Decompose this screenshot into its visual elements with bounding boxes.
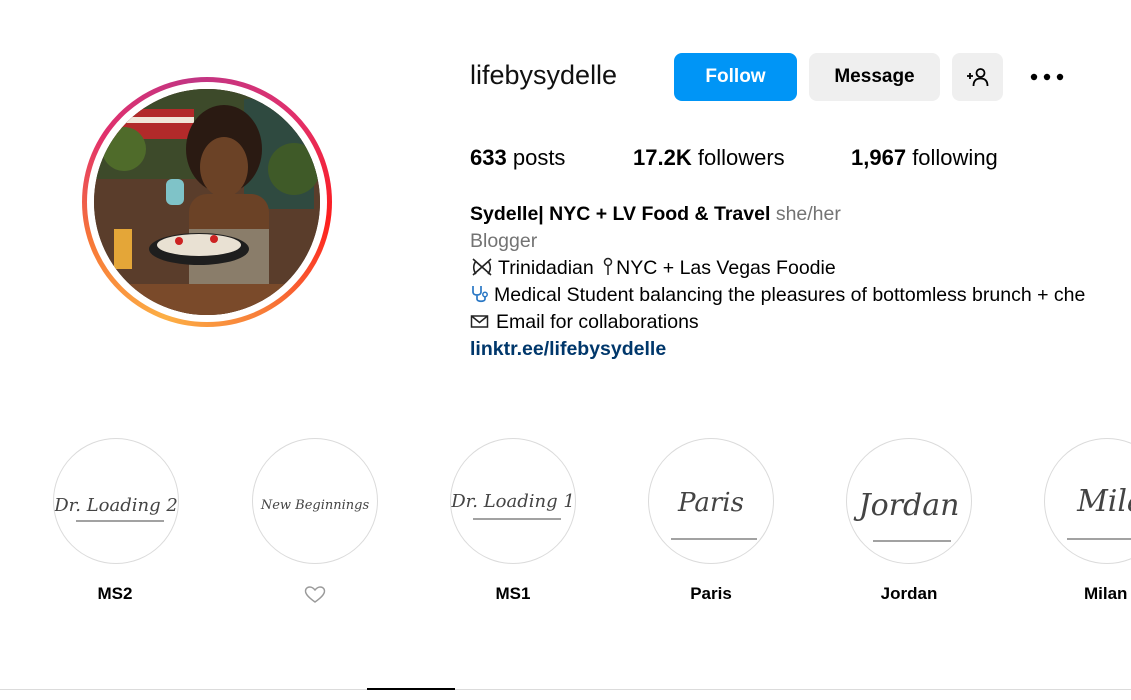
following-label: following — [912, 145, 998, 170]
more-options-icon — [1030, 73, 1064, 81]
highlight-paris[interactable]: Paris — [648, 438, 774, 564]
highlight-label: Milan — [1084, 584, 1128, 603]
followers-count: 17.2K — [633, 145, 692, 170]
highlight-cover-art: New Beginnings — [260, 498, 370, 513]
posts-stat: 633 posts — [470, 145, 565, 171]
highlight-cover-text: Mila — [1076, 484, 1131, 519]
bio-category: Blogger — [470, 230, 538, 252]
highlight-label: MS2 — [97, 584, 133, 603]
bio-line-2: Medical Student balancing the pleasures … — [470, 282, 1085, 309]
pin-icon — [603, 257, 613, 275]
highlight-cover: New Beginnings — [252, 438, 378, 564]
highlight-cover-art: Dr. Loading 1 — [451, 491, 575, 520]
heart-icon — [304, 586, 326, 603]
highlight-label: Jordan — [880, 584, 938, 603]
avatar-ring-gap — [87, 82, 327, 322]
stethoscope-icon — [472, 286, 488, 303]
profile-photo-illustration — [94, 89, 320, 315]
profile-username: lifebysydelle — [470, 60, 618, 90]
highlight-cover-text: Jordan — [853, 488, 960, 523]
highlight-cover-art: Paris — [671, 488, 757, 540]
highlight-cover-text: Dr. Loading 2 — [54, 495, 178, 516]
highlight-cover-text: New Beginnings — [260, 498, 370, 513]
highlight-cover-text: Paris — [677, 488, 744, 518]
following-count: 1,967 — [851, 145, 907, 170]
highlight-cover: Jordan — [846, 438, 972, 564]
highlight-label: Paris — [690, 584, 732, 603]
highlight-cover-text: Dr. Loading 1 — [451, 491, 575, 512]
highlight-label: MS1 — [495, 584, 531, 603]
bio-link[interactable]: linktr.ee/lifebysydelle — [470, 336, 666, 363]
highlight-cover-art: Jordan — [853, 488, 960, 542]
envelope-icon — [470, 315, 489, 328]
highlight-cover: Dr. Loading 1 — [450, 438, 576, 564]
person-add-icon — [966, 68, 988, 87]
highlight-ms2[interactable]: Dr. Loading 2 — [53, 438, 179, 564]
bio-pronouns: she/her — [775, 203, 841, 225]
bio-line-1-text: Trinidadian — [498, 257, 594, 279]
highlight-cover: Mila — [1044, 438, 1131, 564]
highlight-cover: Dr. Loading 2 — [53, 438, 179, 564]
followers-label: followers — [697, 145, 785, 170]
flag-icon — [472, 258, 492, 276]
bio-line-3-text: Email for collaborations — [496, 311, 699, 333]
highlight-new-beginnings[interactable]: New Beginnings — [252, 438, 378, 564]
bio-name: Sydelle| NYC + LV Food & Travel — [470, 203, 771, 225]
tabs-divider — [0, 689, 1131, 690]
posts-count: 633 — [470, 145, 507, 170]
bio-line-2-text: Medical Student balancing the pleasures … — [494, 284, 1086, 306]
highlight-label — [304, 586, 326, 609]
bio-name-line: Sydelle| NYC + LV Food & Travel she/her — [470, 201, 841, 228]
highlight-cover-art: Dr. Loading 2 — [54, 495, 178, 522]
highlight-jordan[interactable]: Jordan — [846, 438, 972, 564]
message-button[interactable]: Message — [809, 53, 940, 101]
profile-photo — [94, 89, 320, 315]
more-options-button[interactable] — [1024, 60, 1070, 94]
following-stat[interactable]: 1,967 following — [851, 145, 998, 171]
posts-tab-indicator — [367, 688, 455, 690]
follow-button[interactable]: Follow — [674, 53, 797, 101]
suggested-accounts-button[interactable] — [952, 53, 1003, 101]
highlight-cover-art: Mila — [1067, 484, 1131, 540]
avatar[interactable] — [82, 77, 332, 327]
highlight-milan[interactable]: Mila — [1044, 438, 1131, 564]
bio-line-3: Email for collaborations — [470, 309, 699, 336]
posts-label: posts — [512, 145, 566, 170]
highlight-cover: Paris — [648, 438, 774, 564]
highlight-ms1[interactable]: Dr. Loading 1 — [450, 438, 576, 564]
bio-line-1-location: NYC + Las Vegas Foodie — [616, 257, 836, 279]
followers-stat[interactable]: 17.2K followers — [633, 145, 785, 171]
bio-line-1: Trinidadian NYC + Las Vegas Foodie — [470, 255, 836, 282]
